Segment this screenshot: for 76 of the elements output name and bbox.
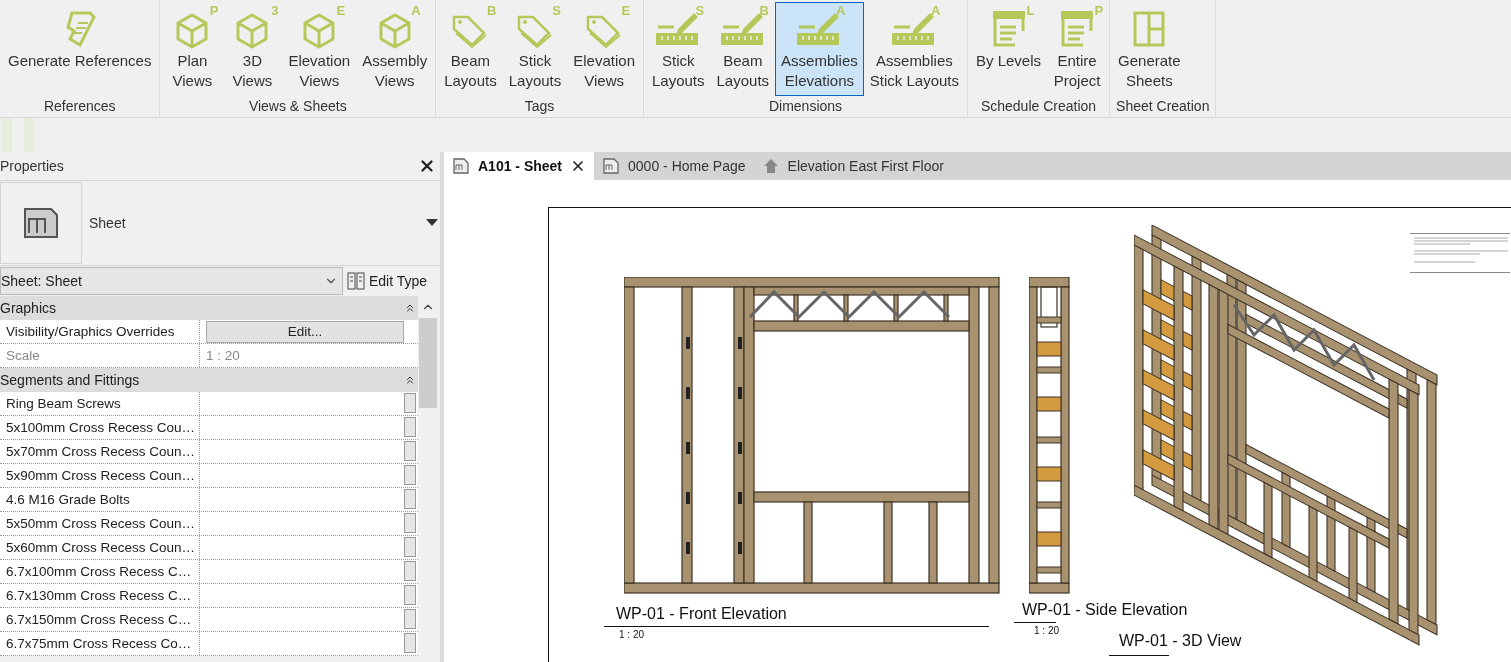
edit-type-icon xyxy=(347,272,365,290)
property-name: 4.6 M16 Grade Bolts xyxy=(0,488,200,511)
ribbon-button[interactable]: P Entire Project xyxy=(1047,2,1108,96)
ribbon-group-label: Tags xyxy=(523,97,556,114)
view-scale: 1 : 20 xyxy=(1034,625,1060,636)
row-button[interactable] xyxy=(404,561,416,581)
view-tab[interactable]: Elevation East First Floor xyxy=(753,152,952,180)
view-tab[interactable]: A101 - Sheet xyxy=(444,152,595,180)
row-button[interactable] xyxy=(404,417,416,437)
ribbon-button[interactable]: E Elevation Views xyxy=(282,2,357,96)
row-button[interactable] xyxy=(404,393,416,413)
property-name: 5x60mm Cross Recess Coun… xyxy=(0,536,200,559)
property-name: 6.7x100mm Cross Recess C… xyxy=(0,560,200,583)
type-name: Sheet xyxy=(89,215,127,231)
ribbon-button[interactable]: P Plan Views xyxy=(162,2,223,96)
ribbon-button[interactable]: A Assembly Views xyxy=(356,2,434,96)
row-button[interactable] xyxy=(404,537,416,557)
collapse-icon[interactable] xyxy=(404,374,416,386)
row-button[interactable] xyxy=(404,633,416,653)
ribbon-button[interactable]: B Beam Layouts xyxy=(438,2,503,96)
property-name: 5x70mm Cross Recess Coun… xyxy=(0,440,200,463)
group-name: Graphics xyxy=(0,300,57,316)
panel-grip-icon xyxy=(24,118,34,152)
property-name: 6.7x75mm Cross Recess Co… xyxy=(0,632,200,655)
property-name: 5x50mm Cross Recess Coun… xyxy=(0,512,200,535)
tab-label: 0000 - Home Page xyxy=(628,158,746,174)
view-title: WP-01 - Side Elevation xyxy=(1022,601,1188,619)
sheet-icon xyxy=(602,157,621,175)
ribbon-group-label: References xyxy=(42,97,117,114)
row-button[interactable] xyxy=(404,465,416,485)
ribbon-group-label: Schedule Creation xyxy=(979,97,1098,114)
ribbon-button[interactable]: E Elevation Views xyxy=(567,2,641,96)
property-name: Visibility/Graphics Overrides xyxy=(0,320,200,343)
panel-grip-icon xyxy=(2,118,12,152)
property-name: Scale xyxy=(0,344,200,367)
edit-type-button[interactable]: Edit Type xyxy=(343,272,432,290)
ribbon-group-label: Sheet Creation xyxy=(1115,97,1211,114)
group-name: Segments and Fittings xyxy=(0,372,140,388)
ribbon-button[interactable]: B Beam Layouts xyxy=(710,2,776,96)
property-name: 5x100mm Cross Recess Cou… xyxy=(0,416,200,439)
close-icon[interactable] xyxy=(418,157,436,175)
scrollbar-thumb[interactable] xyxy=(419,318,437,408)
view-title: WP-01 - 3D View xyxy=(1119,632,1242,650)
row-button[interactable] xyxy=(404,585,416,605)
row-button[interactable] xyxy=(404,441,416,461)
view-scale: 1 : 20 xyxy=(619,629,645,640)
ribbon-button[interactable]: S Stick Layouts xyxy=(502,2,568,96)
view-title: WP-01 - Front Elevation xyxy=(616,605,787,623)
ribbon-button[interactable]: Generate Sheets xyxy=(1112,2,1187,96)
row-button[interactable] xyxy=(404,513,416,533)
property-group-header[interactable]: Graphics xyxy=(0,296,418,320)
property-name: 5x90mm Cross Recess Coun… xyxy=(0,464,200,487)
tab-label: A101 - Sheet xyxy=(478,158,563,174)
property-value: 1 : 20 xyxy=(205,347,241,365)
collapse-icon[interactable] xyxy=(404,302,416,314)
view-tab[interactable]: 0000 - Home Page xyxy=(594,152,754,180)
ribbon-button[interactable]: Generate References xyxy=(2,2,158,96)
ribbon-button[interactable]: S Stick Layouts xyxy=(646,2,711,96)
panel-title: Properties xyxy=(0,158,64,174)
type-selector[interactable]: Sheet: Sheet xyxy=(0,267,343,295)
ribbon-button[interactable]: A Assemblies Stick Layouts xyxy=(863,2,965,96)
property-name: 6.7x130mm Cross Recess C… xyxy=(0,584,200,607)
row-button[interactable] xyxy=(404,489,416,509)
property-name: 6.7x150mm Cross Recess C… xyxy=(0,608,200,631)
row-button[interactable] xyxy=(404,609,416,629)
property-name: Ring Beam Screws xyxy=(0,392,200,415)
property-group-header[interactable]: Segments and Fittings xyxy=(0,368,418,392)
ribbon-button[interactable]: A Assemblies Elevations xyxy=(775,2,864,96)
tab-label: Elevation East First Floor xyxy=(787,158,944,174)
ribbon-button[interactable]: 3 3D Views xyxy=(222,2,283,96)
sheet-icon xyxy=(452,157,470,175)
ribbon-button[interactable]: L By Levels xyxy=(970,2,1048,96)
edit-button[interactable]: Edit... xyxy=(206,320,404,343)
dropdown-arrow-icon[interactable] xyxy=(426,219,438,227)
ribbon-group-label: Views & Sheets xyxy=(247,97,348,114)
ribbon-group-label: Dimensions xyxy=(767,97,844,114)
